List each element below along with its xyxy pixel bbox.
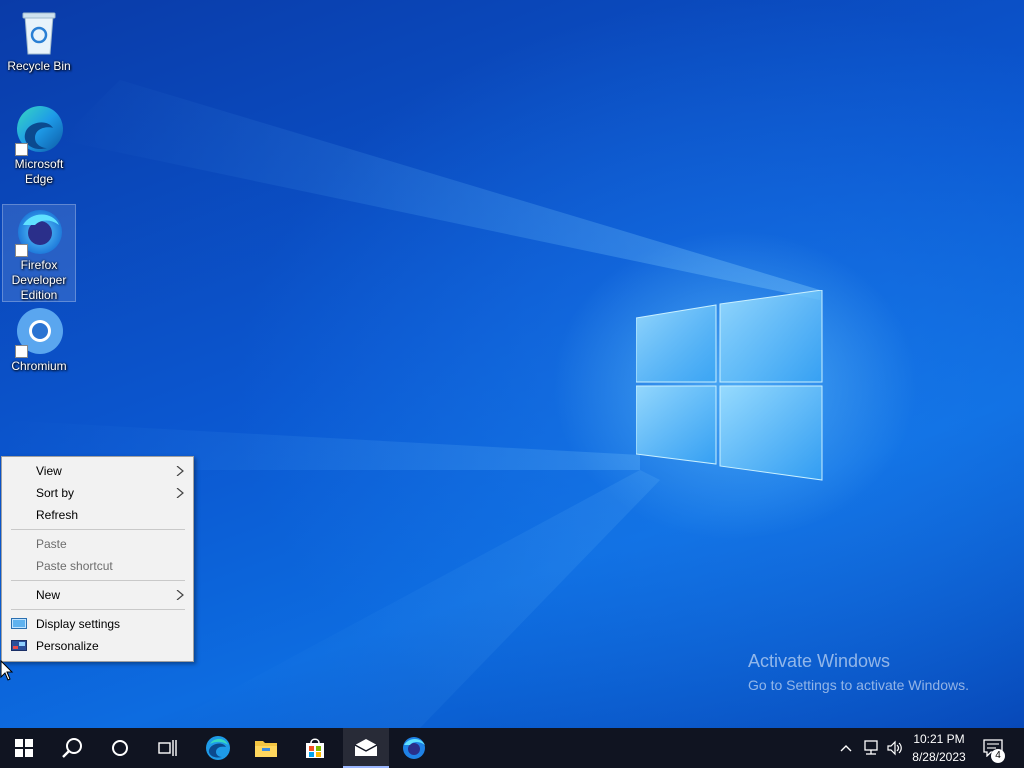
menu-item-view[interactable]: View [4,460,191,482]
shortcut-arrow-icon [15,244,28,257]
shortcut-arrow-icon [15,143,28,156]
clock[interactable]: 10:21 PM 8/28/2023 [906,730,972,766]
volume-icon [887,740,902,756]
menu-item-sort-by[interactable]: Sort by [4,482,191,504]
chromium-label: Chromium [11,359,67,373]
menu-separator [11,529,185,530]
menu-separator [11,580,185,581]
menu-item-refresh[interactable]: Refresh [4,504,191,526]
firefox-developer-icon [13,205,65,257]
activate-windows-subtitle: Go to Settings to activate Windows. [748,677,969,693]
edge-icon [206,736,230,760]
menu-item-sort-by-label: Sort by [36,486,75,500]
menu-separator [11,609,185,610]
windows-start-icon [15,739,33,757]
show-hidden-icons-button[interactable] [837,728,855,768]
menu-item-paste-shortcut[interactable]: Paste shortcut [4,555,191,577]
network-tray-button[interactable] [860,728,882,768]
chevron-right-icon [176,590,184,600]
firefox-developer-desktop-icon[interactable]: Firefox Developer Edition [2,204,76,302]
menu-item-paste-shortcut-label: Paste shortcut [36,559,113,573]
firefox-label-line1: Firefox [20,258,58,272]
chromium-desktop-icon[interactable]: Chromium [3,306,75,374]
firefox-developer-icon [403,737,425,759]
taskbar-edge-button[interactable] [195,728,241,768]
microsoft-edge-desktop-icon[interactable]: Microsoft Edge [3,104,75,187]
display-icon [11,618,27,629]
edge-icon [13,104,65,156]
task-view-icon [158,740,177,756]
menu-item-view-label: View [36,464,62,478]
file-explorer-icon [255,741,277,757]
personalize-icon [11,640,27,651]
action-center-button[interactable] [978,728,1008,768]
menu-item-personalize[interactable]: Personalize [4,635,191,657]
menu-item-display-settings[interactable]: Display settings [4,613,191,635]
network-icon [864,740,878,755]
search-button[interactable] [49,728,95,768]
mouse-cursor-icon [0,660,14,681]
taskbar-microsoft-store-button[interactable] [292,728,338,768]
activate-windows-title: Activate Windows [748,651,891,671]
search-icon [62,738,82,758]
shortcut-arrow-icon [15,345,28,358]
taskbar-mail-button[interactable] [343,728,389,768]
mail-icon [354,739,378,756]
desktop-context-menu: View Sort by Refresh Paste Paste shortcu… [1,456,194,662]
menu-item-display-settings-label: Display settings [36,617,121,631]
menu-item-new-label: New [36,588,61,602]
chevron-right-icon [176,488,184,498]
firefox-label-line2: Developer [11,273,67,287]
menu-item-personalize-label: Personalize [36,639,99,653]
start-button[interactable] [1,728,47,768]
menu-item-paste[interactable]: Paste [4,533,191,555]
menu-item-paste-label: Paste [36,537,67,551]
clock-date: 8/28/2023 [912,750,966,764]
desktop[interactable]: Recycle Bin Microsoft Edge Firefox Devel… [0,0,1024,728]
taskbar-file-explorer-button[interactable] [243,728,289,768]
chromium-icon [13,306,65,358]
chevron-up-icon [840,745,852,752]
cortana-icon [112,740,128,756]
notification-count-badge: 4 [991,749,1005,763]
taskbar: 10:21 PM 8/28/2023 [0,728,1024,768]
clock-time: 10:21 PM [913,732,965,746]
recycle-bin-icon [13,6,65,58]
firefox-label-line3: Edition [20,288,58,302]
edge-label-line1: Microsoft [14,157,64,171]
windows-logo [636,290,823,481]
volume-tray-button[interactable] [884,728,906,768]
cortana-button[interactable] [97,728,143,768]
taskbar-firefox-developer-button[interactable] [391,728,437,768]
edge-label-line2: Edge [24,172,54,186]
chevron-right-icon [176,466,184,476]
task-view-button[interactable] [145,728,191,768]
menu-item-refresh-label: Refresh [36,508,79,522]
menu-item-new[interactable]: New [4,584,191,606]
microsoft-store-icon [306,738,324,758]
recycle-bin-label: Recycle Bin [7,59,71,73]
recycle-bin-desktop-icon[interactable]: Recycle Bin [3,6,75,74]
